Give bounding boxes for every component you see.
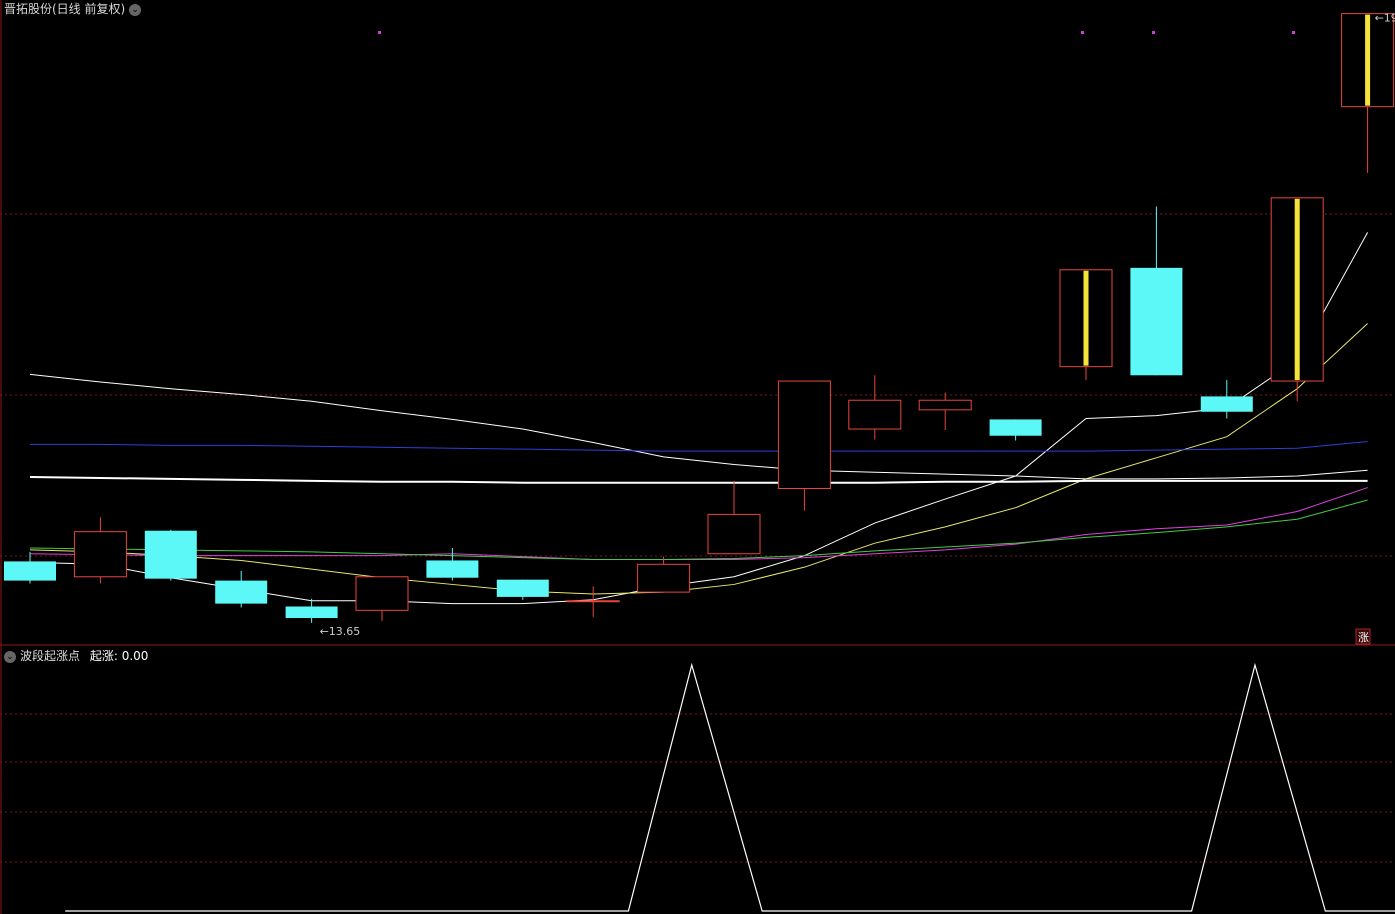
top-marker-dot <box>378 31 381 34</box>
high-price-label: ←19. <box>1375 12 1395 25</box>
candle-body-down <box>1130 267 1183 376</box>
indicator-value-label: 起涨: <box>89 649 118 663</box>
moving-average-line <box>29 475 1368 484</box>
candle-body-up <box>355 576 409 611</box>
low-price-label: ←13.65 <box>320 625 361 638</box>
top-marker-dot <box>1081 31 1084 34</box>
chevron-down-icon[interactable]: ⌄ <box>4 650 16 663</box>
candle-body-down <box>496 579 549 597</box>
candle-body-up <box>637 563 691 593</box>
candle-body-down <box>285 606 338 619</box>
indicator-value: 0.00 <box>121 649 149 663</box>
indicator-name: 波段起涨点 <box>20 649 81 663</box>
candle-body-up <box>566 600 620 603</box>
limit-up-bar <box>1083 270 1089 366</box>
candle-body-up <box>707 513 761 555</box>
indicator-header[interactable]: ⌄ 波段起涨点 起涨: 0.00 <box>4 647 148 664</box>
limit-up-bar <box>1365 14 1371 106</box>
stock-chart: ←13.65 ←19. 涨 <box>0 0 1395 914</box>
top-marker-dot <box>1152 31 1155 34</box>
limit-up-bar <box>1294 198 1300 381</box>
moving-average-line <box>29 487 1368 560</box>
zhang-badge-text: 涨 <box>1358 631 1369 644</box>
candle-body-up <box>777 380 831 489</box>
candle-body-up <box>73 531 127 578</box>
moving-average-line <box>29 373 1368 480</box>
chevron-down-icon[interactable]: ⌄ <box>129 3 142 16</box>
moving-average-line <box>30 440 1368 452</box>
oscillator-line <box>65 662 1395 912</box>
candle-body-down <box>144 530 197 579</box>
moving-average-line <box>29 499 1368 560</box>
candle-body-up <box>918 399 972 411</box>
chart-title-text: 晋拓股份(日线 前复权) <box>4 2 126 16</box>
candle-body-down <box>989 419 1042 436</box>
candle-body-down <box>426 560 479 578</box>
top-marker-dot <box>1292 31 1295 34</box>
candle-body-down <box>1200 396 1253 412</box>
candle-body-up <box>848 399 902 430</box>
candle-body-down <box>4 561 56 581</box>
candle-body-down <box>215 580 268 604</box>
chart-title[interactable]: 晋拓股份(日线 前复权) ⌄ <box>4 0 142 17</box>
